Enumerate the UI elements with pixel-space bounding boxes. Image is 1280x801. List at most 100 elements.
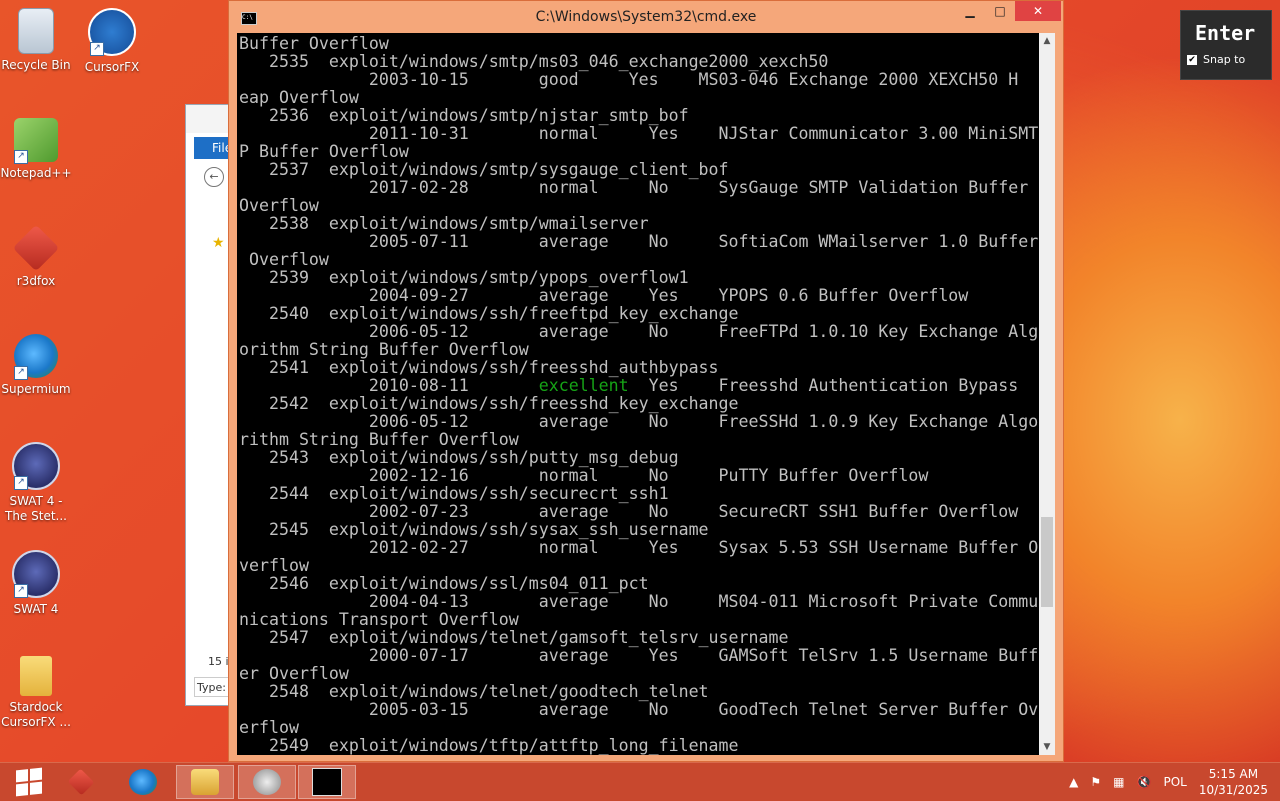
console-line: Overflow xyxy=(239,196,319,215)
shortcut-arrow-icon: ↗ xyxy=(14,584,28,598)
console-line: 2017-02-28 normal No SysGauge SMTP Valid… xyxy=(368,178,1029,197)
snap-to-option[interactable]: ✔ Snap to xyxy=(1181,45,1271,66)
taskbar-file-explorer[interactable] xyxy=(176,765,234,799)
folder-icon xyxy=(20,656,52,696)
notepadpp-icon: ↗ xyxy=(14,118,58,164)
cmd-titlebar[interactable]: C:\ C:\Windows\System32\cmd.exe ▁ □ ✕ xyxy=(229,1,1063,33)
console-line: 2542 exploit/windows/ssh/freesshd_key_ex… xyxy=(268,394,739,413)
console-line: 2544 exploit/windows/ssh/securecrt_ssh1 xyxy=(268,484,669,503)
console-text: Buffer Overflow 2535 exploit/windows/smt… xyxy=(237,33,1039,755)
console-line: 2537 exploit/windows/smtp/sysgauge_clien… xyxy=(268,160,729,179)
console-line: 2535 exploit/windows/smtp/ms03_046_excha… xyxy=(268,52,829,71)
desktop-icon-label: SWAT 4 - The Stet... xyxy=(5,494,67,523)
clock[interactable]: 5:15 AM 10/31/2025 xyxy=(1199,766,1268,798)
swat4-icon: ↗ xyxy=(12,442,60,490)
vertical-scrollbar[interactable]: ▲ ▼ xyxy=(1039,33,1055,755)
action-center-flag-icon[interactable]: ⚑ xyxy=(1090,775,1101,789)
volume-muted-icon[interactable]: 🔇 xyxy=(1137,775,1152,789)
taskbar-cmd[interactable] xyxy=(298,765,356,799)
swat4-icon: ↗ xyxy=(12,550,60,598)
cursorfx-icon: ↗ xyxy=(88,8,136,56)
console-line: 2005-03-15 average No GoodTech Telnet Se… xyxy=(368,700,1039,719)
desktop-icon-stardock-folder[interactable]: Stardock CursorFX ... xyxy=(0,656,72,730)
console-line: 2012-02-27 normal Yes Sysax 5.53 SSH Use… xyxy=(368,538,1039,557)
r3dfox-icon xyxy=(12,224,60,272)
taskbar: ▲ ⚑ ▦ 🔇 POL 5:15 AM 10/31/2025 xyxy=(0,762,1280,801)
console-line: 2539 exploit/windows/smtp/ypops_overflow… xyxy=(268,268,689,287)
scroll-down-icon[interactable]: ▼ xyxy=(1039,739,1055,755)
keystroke-overlay: Enter ✔ Snap to xyxy=(1180,10,1272,80)
minimize-button[interactable]: ▁ xyxy=(955,1,985,21)
taskbar-supermium[interactable] xyxy=(114,765,172,799)
windows-logo-icon xyxy=(16,767,42,797)
console-line: Buffer Overflow xyxy=(239,34,389,53)
desktop-icon-notepadpp[interactable]: ↗ Notepad++ xyxy=(0,118,72,181)
console-line: 2000-07-17 average Yes GAMSoft TelSrv 1.… xyxy=(368,646,1039,665)
console-line: eap Overflow xyxy=(239,88,359,107)
console-line: 2006-05-12 average No FreeSSHd 1.0.9 Key… xyxy=(368,412,1039,431)
taskbar-r3dfox[interactable] xyxy=(52,765,110,799)
desktop-icon-label: Recycle Bin xyxy=(1,58,71,72)
desktop-icon-label: SWAT 4 xyxy=(13,602,59,616)
console-line: 2004-09-27 average Yes YPOPS 0.6 Buffer … xyxy=(368,286,969,305)
system-tray: ▲ ⚑ ▦ 🔇 POL 5:15 AM 10/31/2025 xyxy=(1069,763,1280,801)
desktop-icon-recycle-bin[interactable]: Recycle Bin xyxy=(0,8,72,73)
start-button[interactable] xyxy=(0,765,58,799)
console-line: 2002-07-23 average No SecureCRT SSH1 Buf… xyxy=(368,502,1019,521)
window-title: C:\Windows\System32\cmd.exe xyxy=(535,9,757,25)
console-line: rithm String Buffer Overflow xyxy=(239,430,519,449)
console-line: 2543 exploit/windows/ssh/putty_msg_debug xyxy=(268,448,679,467)
scrollbar-thumb[interactable] xyxy=(1041,517,1053,607)
back-arrow-icon[interactable]: ← xyxy=(204,167,224,187)
desktop-icon-swat4[interactable]: ↗ SWAT 4 xyxy=(0,550,72,617)
desktop-icon-swat4-stetchkov[interactable]: ↗ SWAT 4 - The Stet... xyxy=(0,442,72,524)
console-line: 2548 exploit/windows/telnet/goodtech_tel… xyxy=(268,682,709,701)
folder-icon xyxy=(191,769,219,795)
console-line: 2010-08-11 excellent Yes Freesshd Authen… xyxy=(239,376,1019,395)
desktop-icon-r3dfox[interactable]: r3dfox xyxy=(0,224,72,289)
rank-excellent: excellent xyxy=(538,376,629,395)
shortcut-arrow-icon: ↗ xyxy=(14,366,28,380)
console-line: 2002-12-16 normal No PuTTY Buffer Overfl… xyxy=(368,466,929,485)
console-line: 2536 exploit/windows/smtp/njstar_smtp_bo… xyxy=(268,106,689,125)
console-output[interactable]: Buffer Overflow 2535 exploit/windows/smt… xyxy=(237,33,1039,755)
taskbar-cursorfx[interactable] xyxy=(238,765,296,799)
console-line: er Overflow xyxy=(239,664,349,683)
console-line: verflow xyxy=(239,556,309,575)
desktop-icon-supermium[interactable]: ↗ Supermium xyxy=(0,334,72,397)
cmd-icon xyxy=(312,768,342,796)
favorites-star-icon: ★ xyxy=(212,235,225,251)
console-line: nications Transport Overflow xyxy=(239,610,519,629)
recycle-bin-icon xyxy=(18,8,54,54)
desktop-icon-label: Stardock CursorFX ... xyxy=(1,700,71,729)
shortcut-arrow-icon: ↗ xyxy=(14,150,28,164)
maximize-button[interactable]: □ xyxy=(985,1,1015,21)
console-line: 2547 exploit/windows/telnet/gamsoft_tels… xyxy=(268,628,789,647)
console-line: P Buffer Overflow xyxy=(239,142,409,161)
console-line: 2549 exploit/windows/tftp/attftp_long_fi… xyxy=(268,736,739,755)
snap-checkbox[interactable]: ✔ xyxy=(1187,54,1197,65)
network-icon[interactable]: ▦ xyxy=(1113,775,1124,789)
tray-chevron-icon[interactable]: ▲ xyxy=(1069,775,1078,789)
console-line: 2006-05-12 average No FreeFTPd 1.0.10 Ke… xyxy=(368,322,1039,341)
console-line: 2541 exploit/windows/ssh/freesshd_authby… xyxy=(268,358,719,377)
console-line: 2003-10-15 good Yes MS03-046 Exchange 20… xyxy=(368,70,1019,89)
clock-time: 5:15 AM xyxy=(1208,767,1259,781)
console-line: Overflow xyxy=(248,250,329,269)
scroll-up-icon[interactable]: ▲ xyxy=(1039,33,1055,49)
desktop-icon-label: Supermium xyxy=(1,382,71,396)
snap-label: Snap to xyxy=(1203,53,1246,66)
cursorfx-icon xyxy=(253,769,281,795)
console-line: 2545 exploit/windows/ssh/sysax_ssh_usern… xyxy=(268,520,709,539)
console-line: 2004-04-13 average No MS04-011 Microsoft… xyxy=(368,592,1039,611)
desktop-icon-cursorfx[interactable]: ↗ CursorFX xyxy=(76,8,148,75)
cmd-window[interactable]: C:\ C:\Windows\System32\cmd.exe ▁ □ ✕ Bu… xyxy=(228,0,1064,762)
console-line: 2546 exploit/windows/ssl/ms04_011_pct xyxy=(268,574,649,593)
close-button[interactable]: ✕ xyxy=(1015,1,1061,21)
supermium-icon xyxy=(129,769,157,795)
desktop-icon-label: CursorFX xyxy=(84,60,140,74)
console-line: erflow xyxy=(239,718,299,737)
supermium-icon: ↗ xyxy=(14,334,58,380)
input-language[interactable]: POL xyxy=(1163,775,1186,789)
keystroke-label: Enter xyxy=(1195,21,1256,45)
